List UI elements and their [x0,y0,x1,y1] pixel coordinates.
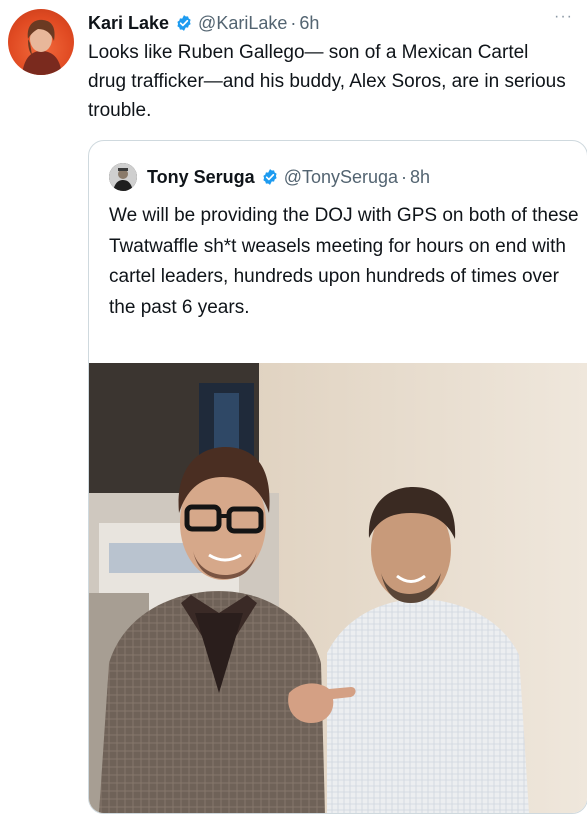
author-name[interactable]: Kari Lake [88,13,169,34]
tweet-header: Kari Lake @KariLake · 6h [88,10,319,36]
quote-text: We will be providing the DOJ with GPS on… [109,205,579,318]
quote-timestamp[interactable]: 8h [410,167,430,188]
time-separator: · [290,12,297,33]
verified-badge-icon [261,168,279,186]
quote-author-handle[interactable]: @TonySeruga [284,167,398,188]
quote-author-avatar[interactable] [109,163,137,191]
time-separator: · [401,166,408,187]
quoted-tweet-card[interactable]: Tony Seruga @TonySeruga · 8h We will be … [88,140,587,814]
author-avatar[interactable] [8,9,74,75]
author-handle[interactable]: @KariLake [198,13,287,34]
quote-author-name[interactable]: Tony Seruga [147,167,255,188]
tweet-text: Looks like Ruben Gallego— son of a Mexic… [88,42,566,121]
more-options-icon[interactable]: ··· [554,8,573,26]
quote-header: Tony Seruga @TonySeruga · 8h [109,163,430,191]
verified-badge-icon [175,14,193,32]
attached-photo[interactable] [89,363,587,813]
tweet-timestamp[interactable]: 6h [299,13,319,34]
